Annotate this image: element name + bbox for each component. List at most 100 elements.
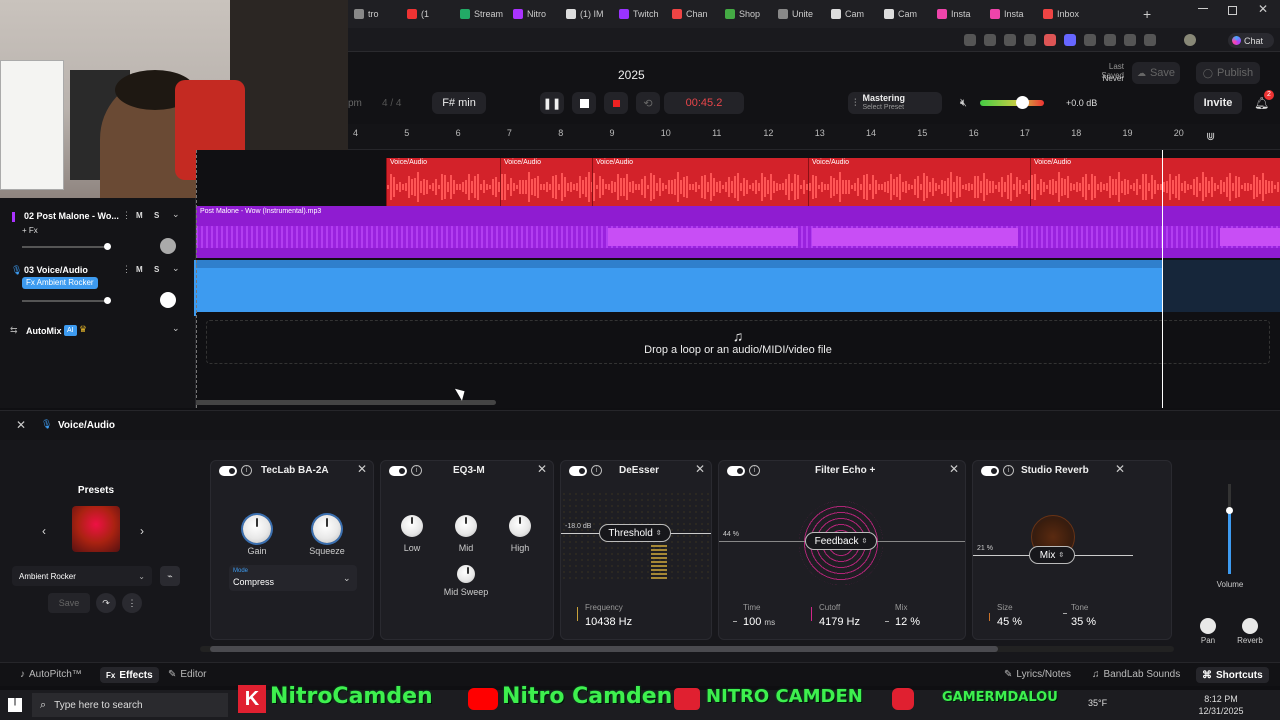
- extension-icon[interactable]: [1144, 34, 1156, 46]
- high-knob[interactable]: [509, 515, 531, 537]
- extension-icon[interactable]: [1044, 34, 1056, 46]
- remove-plugin-icon[interactable]: ✕: [357, 462, 367, 476]
- pause-button[interactable]: ❚❚: [540, 92, 564, 114]
- more-options-icon[interactable]: ⋮: [122, 210, 131, 221]
- invite-button[interactable]: Invite: [1194, 92, 1242, 114]
- bandlab-sounds-button[interactable]: ♫ BandLab Sounds: [1092, 669, 1180, 680]
- mute-button[interactable]: M: [136, 265, 143, 274]
- browser-tab[interactable]: Unite: [774, 4, 825, 24]
- magnet-icon[interactable]: ⋓: [1206, 130, 1215, 143]
- new-tab-button[interactable]: +: [1143, 6, 1151, 22]
- track-volume-thumb[interactable]: [1226, 507, 1233, 514]
- audio-clip-instrumental[interactable]: Post Malone - Wow (Instrumental).mp3: [196, 206, 1280, 258]
- automix-row[interactable]: ⇆ AutoMix AI ♛ ⌄: [0, 320, 196, 342]
- stop-button[interactable]: [572, 92, 596, 114]
- weather-temp[interactable]: 35°F: [1088, 698, 1107, 708]
- remove-plugin-icon[interactable]: ✕: [695, 462, 705, 476]
- track-header[interactable]: 02 Post Malone - Wo... ⋮ M S ⌄ + Fx: [0, 206, 196, 262]
- close-icon[interactable]: ✕: [16, 418, 26, 432]
- extension-icon[interactable]: [984, 34, 996, 46]
- recording-region[interactable]: [196, 260, 1162, 312]
- previous-preset-icon[interactable]: ‹: [42, 524, 46, 538]
- track-volume-thumb[interactable]: [104, 297, 111, 304]
- browser-tab[interactable]: tro: [350, 4, 401, 24]
- browser-tab[interactable]: Insta: [986, 4, 1037, 24]
- threshold-control[interactable]: Threshold ⇳: [599, 524, 671, 542]
- speaker-mute-icon[interactable]: 🔇︎: [960, 97, 967, 110]
- extension-icon[interactable]: [1024, 34, 1036, 46]
- frequency-value[interactable]: 10438 Hz: [585, 616, 632, 628]
- extension-icon[interactable]: [1124, 34, 1136, 46]
- record-button[interactable]: [604, 92, 628, 114]
- chevron-down-icon[interactable]: ⌄: [172, 323, 180, 334]
- mid-sweep-knob[interactable]: [457, 565, 475, 583]
- plugin-toggle[interactable]: [219, 466, 237, 476]
- more-options-icon[interactable]: ⋮: [122, 264, 131, 275]
- effects-tab[interactable]: Fx Effects: [100, 667, 159, 683]
- track-header[interactable]: 🎙︎ 03 Voice/Audio ⋮ M S ⌄ Fx Ambient Roc…: [0, 260, 196, 316]
- low-knob[interactable]: [401, 515, 423, 537]
- info-icon[interactable]: i: [241, 465, 252, 476]
- more-options-icon[interactable]: ⋮: [122, 593, 142, 613]
- browser-tab[interactable]: Stream: [456, 4, 507, 24]
- plugin-toggle[interactable]: [727, 466, 745, 476]
- mastering-button[interactable]: ⫶ Mastering Select Preset: [848, 92, 942, 114]
- master-volume-thumb[interactable]: [1016, 96, 1029, 109]
- track-lanes[interactable]: Voice/Audio Voice/Audio Voice/Audio Voice/A…: [192, 150, 1280, 408]
- drop-zone[interactable]: ♫ Drop a loop or an audio/MIDI/video fil…: [206, 320, 1270, 364]
- remove-plugin-icon[interactable]: ✕: [537, 462, 547, 476]
- horizontal-scrollbar[interactable]: [192, 400, 496, 405]
- editor-tab[interactable]: ✎ Editor: [168, 669, 207, 680]
- track-volume-thumb[interactable]: [104, 243, 111, 250]
- browser-tab[interactable]: Inbox: [1039, 4, 1090, 24]
- key-button[interactable]: F# min: [432, 92, 486, 114]
- windows-start-icon[interactable]: [8, 698, 22, 712]
- browser-tab[interactable]: Nitro: [509, 4, 560, 24]
- playhead[interactable]: [1162, 150, 1163, 408]
- next-preset-icon[interactable]: ›: [140, 524, 144, 538]
- minimize-icon[interactable]: [1198, 8, 1208, 9]
- solo-button[interactable]: S: [154, 211, 159, 220]
- remove-plugin-icon[interactable]: ✕: [949, 462, 959, 476]
- chat-button[interactable]: Chat: [1228, 33, 1274, 48]
- preset-select[interactable]: Ambient Rocker ⌄: [12, 566, 152, 586]
- clock-time[interactable]: 8:12 PM: [1196, 694, 1246, 704]
- shortcuts-button[interactable]: ⌘ Shortcuts: [1196, 667, 1269, 683]
- browser-tab[interactable]: Cam: [827, 4, 878, 24]
- pan-knob[interactable]: [160, 238, 176, 254]
- close-window-icon[interactable]: ✕: [1258, 2, 1268, 16]
- size-value[interactable]: 45 %: [997, 616, 1022, 628]
- info-icon[interactable]: i: [1003, 465, 1014, 476]
- browser-tab[interactable]: (1) IM: [562, 4, 613, 24]
- preset-artwork[interactable]: [72, 506, 120, 552]
- preset-save-button[interactable]: Save: [48, 593, 90, 613]
- browser-tab[interactable]: Insta: [933, 4, 984, 24]
- audio-clip-voice[interactable]: Voice/Audio: [808, 158, 1030, 206]
- audio-clip-voice[interactable]: Voice/Audio: [386, 158, 500, 206]
- share-icon[interactable]: ↷: [96, 593, 116, 613]
- mid-knob[interactable]: [455, 515, 477, 537]
- maximize-icon[interactable]: [1228, 6, 1237, 15]
- plugin-toggle[interactable]: [389, 466, 407, 476]
- solo-button[interactable]: S: [154, 265, 159, 274]
- browser-tab[interactable]: Twitch: [615, 4, 666, 24]
- clock-date[interactable]: 12/31/2025: [1196, 706, 1246, 716]
- info-icon[interactable]: i: [591, 465, 602, 476]
- chevron-down-icon[interactable]: ⌄: [172, 263, 180, 274]
- track-volume-slider[interactable]: [22, 246, 108, 248]
- extension-icon[interactable]: [1064, 34, 1076, 46]
- fx-chain-button[interactable]: Fx Ambient Rocker: [22, 277, 98, 289]
- chevron-down-icon[interactable]: ⌄: [172, 209, 180, 220]
- track-title[interactable]: 02 Post Malone - Wo...: [24, 211, 120, 221]
- remove-plugin-icon[interactable]: ✕: [1115, 462, 1125, 476]
- reverb-send-knob[interactable]: [1242, 618, 1258, 634]
- master-volume-slider[interactable]: [980, 100, 1044, 106]
- audio-clip-voice[interactable]: Voice/Audio: [592, 158, 808, 206]
- pan-knob[interactable]: [160, 292, 176, 308]
- browser-tab[interactable]: Shop: [721, 4, 772, 24]
- extension-icon[interactable]: [1084, 34, 1096, 46]
- reverb-mix-control[interactable]: Mix ⇳: [1029, 546, 1075, 564]
- cutoff-value[interactable]: 4179 Hz: [819, 616, 860, 628]
- audio-clip-voice[interactable]: Voice/Audio: [1030, 158, 1280, 206]
- track-volume-slider[interactable]: [22, 300, 108, 302]
